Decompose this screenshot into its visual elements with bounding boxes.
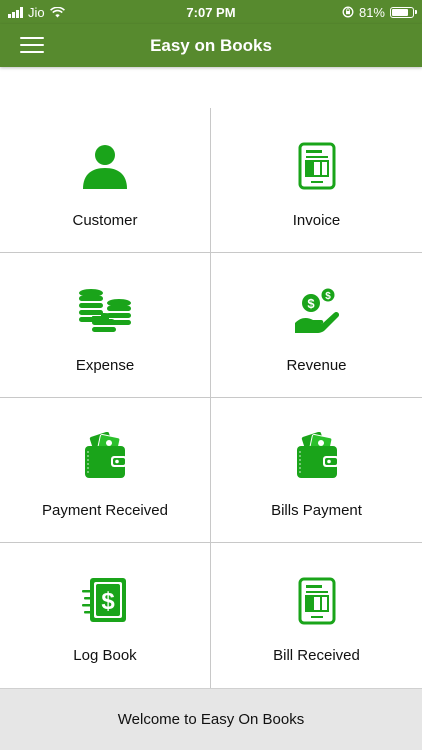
battery-icon [390, 6, 417, 18]
wallet-icon [77, 428, 133, 484]
hand-money-icon: $ $ [289, 283, 345, 339]
welcome-text: Welcome to Easy On Books [117, 711, 305, 728]
tile-label: Log Book [73, 647, 137, 664]
app-title: Easy on Books [150, 35, 272, 55]
orientation-lock-icon [342, 6, 354, 18]
status-bar-right: 81% [342, 4, 417, 20]
welcome-footer: Welcome to Easy On Books [0, 688, 422, 750]
tile-label: Customer [72, 212, 138, 229]
tile-bill-received[interactable]: Bill Received [211, 543, 422, 688]
invoice-icon [289, 138, 345, 194]
svg-text:$: $ [307, 296, 315, 311]
tile-label: Invoice [292, 212, 341, 229]
invoice-icon [289, 573, 345, 629]
tile-revenue[interactable]: $ $ Revenue [211, 253, 422, 398]
tile-label: Bills Payment [271, 502, 362, 519]
battery-percent: 81% [358, 4, 385, 20]
coins-stack-icon [77, 283, 133, 339]
tile-bills-payment[interactable]: Bills Payment [211, 398, 422, 543]
tile-invoice[interactable]: Invoice [211, 108, 422, 253]
tile-customer[interactable]: Customer [0, 108, 211, 253]
person-icon [77, 138, 133, 194]
tile-label: Expense [75, 357, 135, 374]
tile-log-book[interactable]: $ Log Book [0, 543, 211, 688]
status-bar: Jio 7:07 PM 81% [0, 0, 422, 24]
status-bar-left: Jio [8, 5, 65, 20]
battery-fill [392, 8, 409, 16]
hamburger-menu-icon[interactable] [20, 34, 44, 56]
signal-icon [8, 6, 23, 18]
dashboard-grid: Customer Invoice Expense $ $ Revenue Pay… [0, 108, 422, 688]
tile-payment-received[interactable]: Payment Received [0, 398, 211, 543]
app-bar: Easy on Books [0, 24, 422, 67]
tile-label: Payment Received [42, 502, 168, 519]
tile-label: Revenue [286, 357, 347, 374]
svg-text:$: $ [325, 291, 331, 302]
wifi-icon [49, 6, 65, 17]
carrier-name: Jio [28, 4, 45, 20]
tile-expense[interactable]: Expense [0, 253, 211, 398]
tile-label: Bill Received [273, 647, 360, 664]
dollar-book-icon: $ [77, 573, 133, 629]
svg-text:$: $ [101, 588, 115, 615]
wallet-icon [289, 428, 345, 484]
